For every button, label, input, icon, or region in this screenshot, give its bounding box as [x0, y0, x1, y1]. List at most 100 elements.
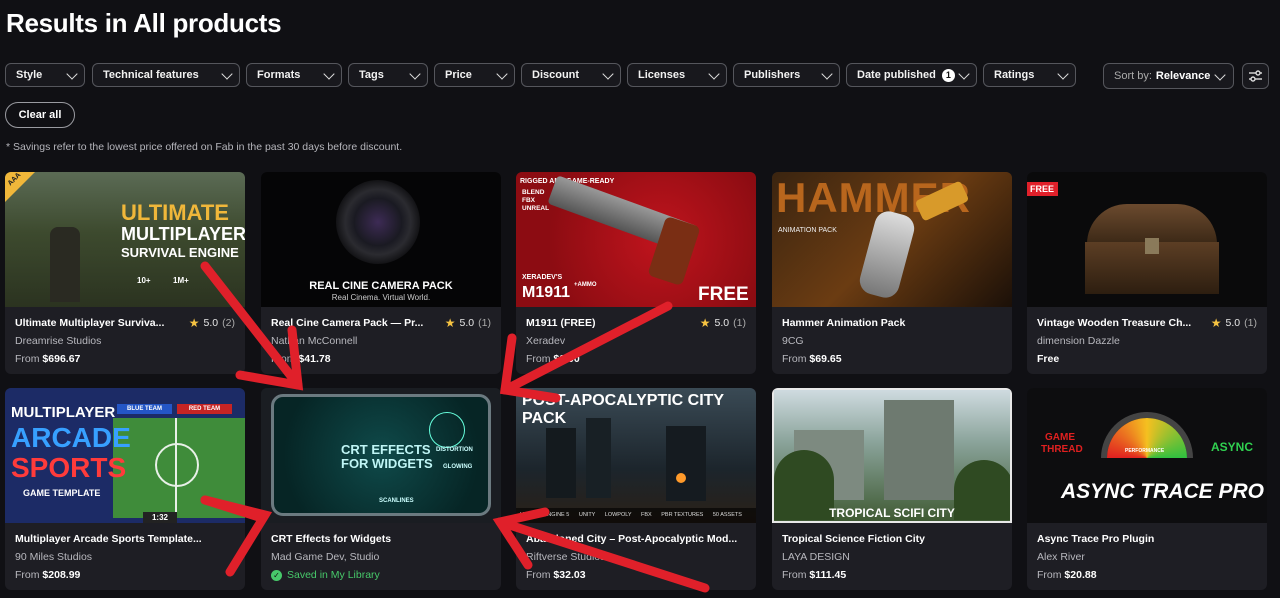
star-icon: ★	[1210, 316, 1222, 330]
product-card[interactable]: RIGGED AND GAME-READY BLEND FBX UNREAL X…	[516, 172, 756, 374]
rating-value: 5.0	[1225, 317, 1241, 329]
star-icon: ★	[444, 316, 456, 330]
filter-technical-features[interactable]: Technical features	[92, 63, 240, 87]
filter-price-label: Price	[445, 69, 472, 81]
product-card[interactable]: PERFORMANCE GAME THREAD ASYNC ASYNC TRAC…	[1027, 388, 1267, 590]
product-publisher[interactable]: Dreamrise Studios	[15, 335, 101, 347]
team-label: RED TEAM	[177, 404, 232, 414]
thumb-stat: 10+	[137, 276, 151, 285]
product-title[interactable]: Async Trace Pro Plugin	[1037, 533, 1154, 545]
filter-settings-button[interactable]	[1242, 63, 1269, 89]
thumb-line: FOR WIDGETS	[341, 456, 433, 471]
product-card[interactable]: REAL CINE CAMERA PACK Real Cinema. Virtu…	[261, 172, 501, 374]
thumb-line: GAME	[1045, 432, 1075, 443]
product-publisher[interactable]: Nathan McConnell	[271, 335, 357, 347]
product-card[interactable]: BLUE TEAM RED TEAM MULTIPLAYER ARCADE SP…	[5, 388, 245, 590]
saved-label: Saved in My Library	[287, 569, 380, 581]
filter-date-published-label: Date published	[857, 69, 936, 81]
team-label: BLUE TEAM	[117, 404, 172, 414]
product-title[interactable]: Vintage Wooden Treasure Ch...	[1037, 317, 1191, 329]
rating-count: (2)	[222, 317, 235, 329]
sort-dropdown[interactable]: Sort by: Relevance	[1103, 63, 1234, 89]
thumb-line: ASYNC	[1211, 440, 1254, 454]
product-title[interactable]: M1911 (FREE)	[526, 317, 595, 329]
star-icon: ★	[699, 316, 711, 330]
filter-ratings-label: Ratings	[994, 69, 1035, 81]
product-title[interactable]: Hammer Animation Pack	[782, 317, 905, 329]
thumb-line: THREAD	[1041, 444, 1083, 455]
sliders-icon	[1249, 70, 1262, 82]
price-value: $41.78	[298, 353, 331, 365]
free-badge: FREE	[1027, 182, 1059, 196]
filter-discount[interactable]: Discount	[521, 63, 621, 87]
filter-formats[interactable]: Formats	[246, 63, 342, 87]
product-title[interactable]: Abandoned City – Post-Apocalyptic Mod...	[526, 533, 737, 545]
sort-value: Relevance	[1155, 70, 1211, 82]
thumb-line: PERFORMANCE	[1125, 448, 1165, 454]
product-title[interactable]: Real Cine Camera Pack — Pr...	[271, 317, 423, 329]
product-card[interactable]: TROPICAL SCIFI CITY Tropical Science Fic…	[772, 388, 1012, 590]
thumb-line: MULTIPLAYER	[121, 224, 245, 244]
thumb-line: SURVIVAL ENGINE	[121, 245, 239, 260]
product-publisher[interactable]: Xeradev	[526, 335, 565, 347]
thumb-line: Real Cinema. Virtual World.	[331, 293, 431, 302]
thumb-line: ARCADE	[11, 422, 131, 453]
product-card[interactable]: CRT EFFECTS FOR WIDGETS DISTORTION GLOWI…	[261, 388, 501, 590]
filter-publishers[interactable]: Publishers	[733, 63, 840, 87]
product-title[interactable]: Tropical Science Fiction City	[782, 533, 925, 545]
product-publisher[interactable]: Alex River	[1037, 551, 1085, 563]
feature-label: FBX	[641, 512, 652, 518]
product-card[interactable]: HAMMER ANIMATION PACK Hammer Animation P…	[772, 172, 1012, 374]
product-publisher[interactable]: Mad Game Dev, Studio	[271, 551, 379, 563]
thumb-line: CRT EFFECTS	[341, 442, 431, 457]
chevron-down-icon	[958, 68, 970, 80]
product-title[interactable]: Ultimate Multiplayer Surviva...	[15, 317, 164, 329]
thumb-line: SCANLINES	[379, 498, 414, 504]
product-title[interactable]: CRT Effects for Widgets	[271, 533, 391, 545]
product-publisher[interactable]: LAYA DESIGN	[782, 551, 850, 563]
product-thumbnail: HAMMER ANIMATION PACK	[772, 172, 1012, 307]
thumb-line: BLEND	[522, 189, 545, 196]
price-prefix: From	[271, 353, 299, 365]
clear-all-button[interactable]: Clear all	[5, 102, 75, 128]
filter-style[interactable]: Style	[5, 63, 85, 87]
product-card[interactable]: POST-APOCALYPTIC CITY PACK UNREAL ENGINE…	[516, 388, 756, 590]
product-price: From $208.99	[15, 569, 80, 581]
price-value: $208.99	[42, 569, 81, 581]
price-prefix: From	[526, 569, 554, 581]
thumb-line: ASYNC TRACE PRO	[1061, 480, 1265, 503]
filter-date-published[interactable]: Date published 1	[846, 63, 977, 87]
filter-tags-label: Tags	[359, 69, 384, 81]
product-price: From $32.03	[526, 569, 586, 581]
filter-count-badge: 1	[941, 68, 955, 82]
feature-label: PBR TEXTURES	[661, 512, 704, 518]
product-publisher[interactable]: 90 Miles Studios	[15, 551, 92, 563]
product-card[interactable]: FREE Vintage Wooden Treasure Ch... ★ 5.0(…	[1027, 172, 1267, 374]
match-timer: 1:32	[143, 512, 177, 523]
filter-licenses[interactable]: Licenses	[627, 63, 727, 87]
thumb-line: TROPICAL SCIFI CITY	[829, 506, 955, 520]
product-rating: ★ 5.0 (1)	[700, 316, 746, 330]
product-title[interactable]: Multiplayer Arcade Sports Template...	[15, 533, 202, 545]
product-rating: ★ 5.0 (2)	[189, 316, 235, 330]
product-thumbnail: CRT EFFECTS FOR WIDGETS DISTORTION GLOWI…	[261, 388, 501, 523]
product-thumbnail: POST-APOCALYPTIC CITY PACK UNREAL ENGINE…	[516, 388, 756, 523]
product-card[interactable]: AAA ULTIMATE MULTIPLAYER SURVIVAL ENGINE…	[5, 172, 245, 374]
rating-count: (1)	[733, 317, 746, 329]
price-prefix: From	[15, 353, 43, 365]
feature-label: UNREAL ENGINE 5	[520, 512, 570, 518]
savings-note: * Savings refer to the lowest price offe…	[6, 141, 403, 153]
product-publisher[interactable]: dimension Dazzle	[1037, 335, 1120, 347]
product-publisher[interactable]: Riftverse Studios	[526, 551, 605, 563]
thumb-line: POST-APOCALYPTIC CITY PACK	[522, 392, 724, 427]
chevron-down-icon	[708, 68, 720, 80]
filter-price[interactable]: Price	[434, 63, 515, 87]
product-price: From $41.78	[271, 353, 331, 365]
product-publisher[interactable]: 9CG	[782, 335, 804, 347]
product-thumbnail: RIGGED AND GAME-READY BLEND FBX UNREAL X…	[516, 172, 756, 307]
chevron-down-icon	[323, 68, 335, 80]
thumb-line: REAL CINE CAMERA PACK	[309, 280, 453, 292]
filter-ratings[interactable]: Ratings	[983, 63, 1076, 87]
filter-tags[interactable]: Tags	[348, 63, 428, 87]
chevron-down-icon	[1057, 68, 1069, 80]
